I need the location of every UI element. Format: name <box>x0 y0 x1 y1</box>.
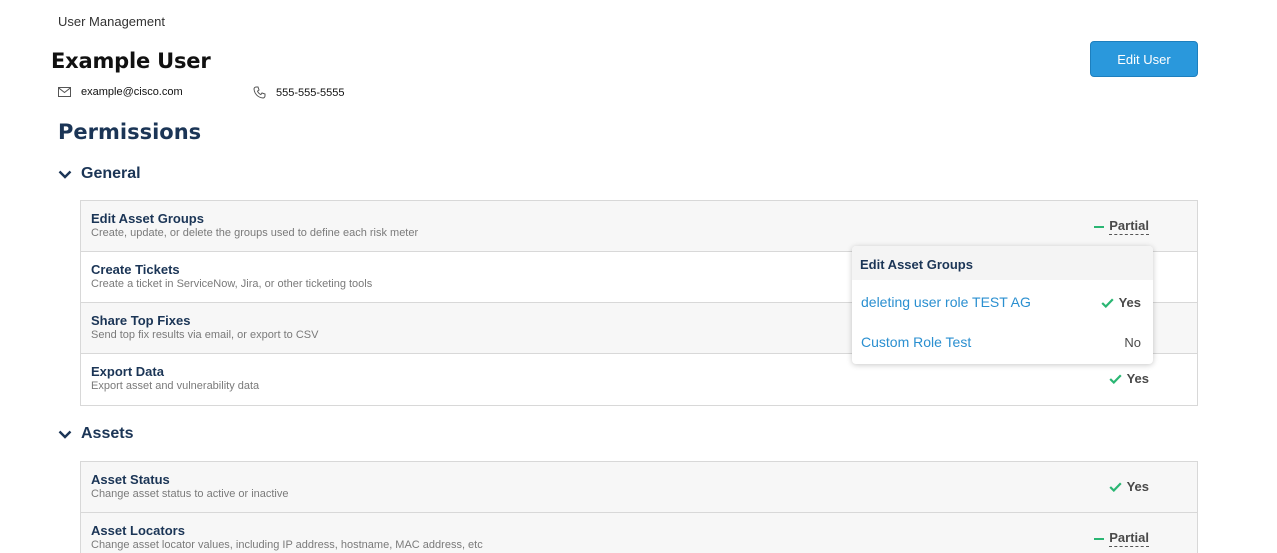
group-toggle-general[interactable]: General <box>58 165 141 183</box>
permission-description: Create, update, or delete the groups use… <box>91 227 419 239</box>
check-icon <box>1109 481 1122 492</box>
popover-row: Custom Role Test No <box>852 320 1153 360</box>
partial-icon <box>1094 225 1105 228</box>
permission-description: Change asset status to active or inactiv… <box>91 488 289 500</box>
permission-status[interactable]: Partial <box>1094 530 1149 547</box>
permission-status: Yes <box>1109 479 1149 494</box>
group-toggle-assets[interactable]: Assets <box>58 425 133 443</box>
role-link[interactable]: Custom Role Test <box>861 334 971 350</box>
group-label: Assets <box>81 425 134 442</box>
popover-value-label: Yes <box>1118 295 1141 310</box>
group-label: General <box>81 165 141 182</box>
partial-label[interactable]: Partial <box>1109 218 1149 235</box>
popover-value: No <box>1124 335 1141 350</box>
user-email: example@cisco.com <box>58 86 183 98</box>
envelope-icon <box>58 87 71 97</box>
permission-description: Send top fix results via email, or expor… <box>91 329 319 341</box>
permission-description: Change asset locator values, including I… <box>91 539 483 551</box>
page-title: Example User <box>51 49 211 73</box>
role-link[interactable]: deleting user role TEST AG <box>861 294 1031 310</box>
breadcrumb: User Management <box>58 14 165 29</box>
phone-text: 555-555-5555 <box>276 86 345 99</box>
permission-description: Create a ticket in ServiceNow, Jira, or … <box>91 278 373 290</box>
permission-popover: Edit Asset Groups deleting user role TES… <box>852 246 1153 364</box>
permission-status[interactable]: Partial <box>1094 218 1149 235</box>
permission-row: Edit Asset Groups Create, update, or del… <box>81 201 1197 252</box>
permission-name: Asset Status <box>91 472 170 487</box>
permission-name: Edit Asset Groups <box>91 211 204 226</box>
popover-value: Yes <box>1101 295 1141 310</box>
edit-user-button[interactable]: Edit User <box>1090 41 1198 77</box>
popover-title: Edit Asset Groups <box>852 246 1153 280</box>
email-text: example@cisco.com <box>81 86 183 98</box>
chevron-down-icon <box>58 430 72 439</box>
permission-row: Asset Locators Change asset locator valu… <box>81 513 1197 553</box>
partial-icon <box>1094 537 1105 540</box>
popover-row: deleting user role TEST AG Yes <box>852 280 1153 320</box>
check-icon <box>1101 297 1114 308</box>
status-label: Yes <box>1126 479 1149 494</box>
phone-icon <box>253 86 266 99</box>
permission-row: Asset Status Change asset status to acti… <box>81 462 1197 513</box>
user-phone: 555-555-5555 <box>253 86 345 99</box>
permission-name: Export Data <box>91 364 164 379</box>
permission-name: Create Tickets <box>91 262 180 277</box>
chevron-down-icon <box>58 170 72 179</box>
permission-list-assets: Asset Status Change asset status to acti… <box>80 461 1198 553</box>
permission-description: Export asset and vulnerability data <box>91 380 260 392</box>
permissions-title: Permissions <box>58 120 202 144</box>
check-icon <box>1109 373 1122 384</box>
status-label: Yes <box>1126 371 1149 386</box>
partial-label[interactable]: Partial <box>1109 530 1149 547</box>
popover-value-label: No <box>1124 335 1141 350</box>
permission-name: Asset Locators <box>91 523 185 538</box>
permission-status: Yes <box>1109 371 1149 386</box>
permission-name: Share Top Fixes <box>91 313 191 328</box>
